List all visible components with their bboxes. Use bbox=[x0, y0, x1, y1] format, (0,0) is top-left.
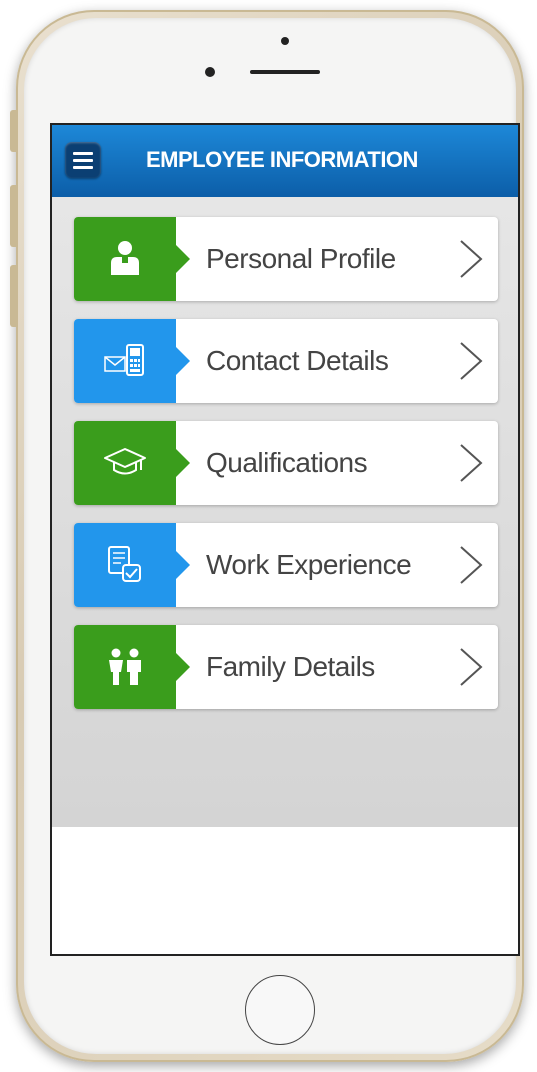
hamburger-line bbox=[73, 151, 93, 155]
earpiece-speaker bbox=[250, 70, 320, 74]
item-icon-box bbox=[74, 523, 190, 607]
menu-item-label: Work Experience bbox=[206, 549, 412, 580]
menu-item-work-experience[interactable]: Work Experience bbox=[74, 523, 498, 607]
menu-list: Personal Profile Contact Details Qualifi… bbox=[74, 217, 498, 727]
menu-item-qualifications[interactable]: Qualifications bbox=[74, 421, 498, 505]
hamburger-line bbox=[73, 158, 93, 162]
proximity-sensor bbox=[205, 67, 215, 77]
chevron-right-icon bbox=[460, 240, 483, 278]
chevron-right-icon bbox=[460, 648, 483, 686]
item-icon-box bbox=[74, 421, 190, 505]
front-camera bbox=[281, 37, 289, 45]
contact-phone-icon bbox=[104, 344, 144, 376]
menu-item-label: Contact Details bbox=[206, 345, 389, 376]
document-check-icon bbox=[108, 546, 141, 582]
app-header: EMPLOYEE INFORMATION bbox=[52, 125, 518, 197]
home-button[interactable] bbox=[245, 975, 315, 1045]
person-icon bbox=[111, 241, 139, 275]
menu-item-label: Family Details bbox=[206, 651, 375, 682]
hamburger-line bbox=[73, 165, 93, 169]
family-icon bbox=[109, 648, 141, 685]
item-icon-box bbox=[74, 217, 190, 301]
content-area: Personal Profile Contact Details Qualifi… bbox=[52, 197, 518, 827]
menu-item-contact-details[interactable]: Contact Details bbox=[74, 319, 498, 403]
graduation-cap-icon bbox=[104, 448, 146, 475]
volume-up-button bbox=[10, 185, 16, 247]
item-icon-box bbox=[74, 625, 190, 709]
phone-screen: EMPLOYEE INFORMATION Personal Profile Co… bbox=[50, 123, 520, 956]
menu-item-label: Personal Profile bbox=[206, 243, 396, 274]
volume-down-button bbox=[10, 265, 16, 327]
mute-switch bbox=[10, 110, 16, 152]
page-title: EMPLOYEE INFORMATION bbox=[146, 147, 418, 172]
menu-item-label: Qualifications bbox=[206, 447, 368, 478]
chevron-right-icon bbox=[460, 342, 483, 380]
item-icon-box bbox=[74, 319, 190, 403]
menu-item-family-details[interactable]: Family Details bbox=[74, 625, 498, 709]
menu-item-personal-profile[interactable]: Personal Profile bbox=[74, 217, 498, 301]
chevron-right-icon bbox=[460, 444, 483, 482]
chevron-right-icon bbox=[460, 546, 483, 584]
hamburger-menu-button[interactable] bbox=[65, 142, 101, 178]
